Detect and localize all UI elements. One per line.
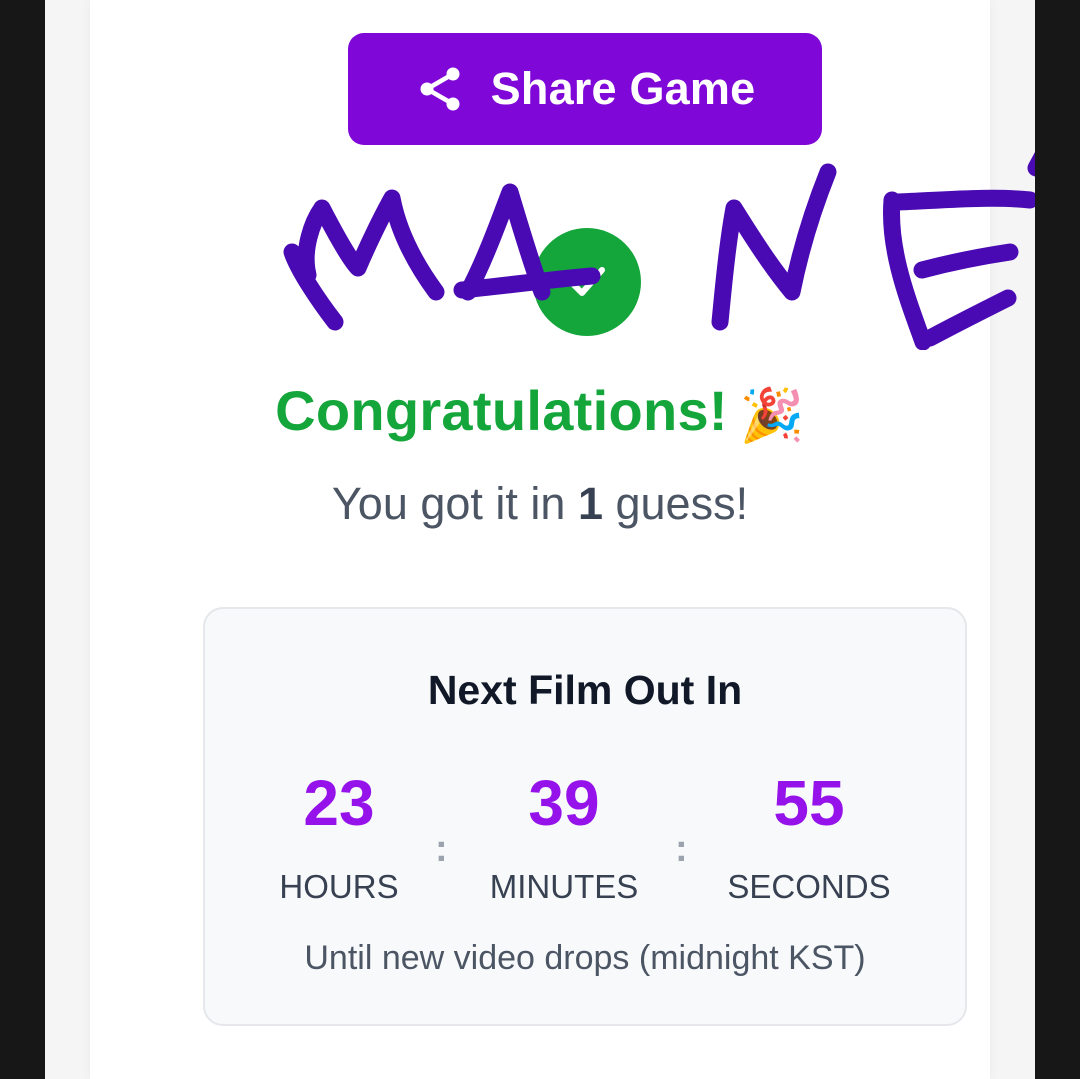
- seconds-value: 55: [773, 767, 845, 839]
- countdown-note: Until new video drops (midnight KST): [304, 939, 866, 977]
- congratulations-heading: Congratulations! 🎉: [90, 378, 990, 446]
- success-check-badge: [533, 228, 641, 336]
- seconds-label: SECONDS: [727, 868, 891, 905]
- share-game-button[interactable]: Share Game: [348, 33, 822, 145]
- guess-prefix: You got it in: [331, 478, 578, 529]
- hours-value: 23: [303, 767, 375, 839]
- check-icon: [569, 267, 605, 296]
- share-game-label: Share Game: [490, 63, 756, 114]
- countdown-panel: Next Film Out In 23 HOURS : 39 MINUTES :…: [203, 607, 967, 1026]
- countdown-title: Next Film Out In: [427, 667, 743, 713]
- hours-label: HOURS: [279, 868, 399, 905]
- minutes-label: MINUTES: [489, 868, 639, 905]
- guess-suffix: guess!: [602, 478, 749, 529]
- share-icon: [420, 67, 460, 111]
- guess-count: 1: [577, 478, 603, 529]
- result-card: Share Game Congratulations! 🎉 You got it …: [90, 0, 1035, 1079]
- countdown-hours: 23 HOURS: [229, 767, 449, 907]
- countdown-minutes: 39 MINUTES: [454, 767, 674, 907]
- countdown-seconds: 55 SECONDS: [699, 767, 919, 907]
- party-popper-icon: 🎉: [739, 386, 805, 445]
- app-screen: Share Game Congratulations! 🎉 You got it …: [45, 0, 1035, 1079]
- time-separator: :: [675, 828, 688, 870]
- guess-count-message: You got it in 1 guess!: [90, 478, 990, 530]
- congratulations-text: Congratulations!: [275, 379, 728, 442]
- time-separator: :: [435, 828, 448, 870]
- minutes-value: 39: [528, 767, 600, 839]
